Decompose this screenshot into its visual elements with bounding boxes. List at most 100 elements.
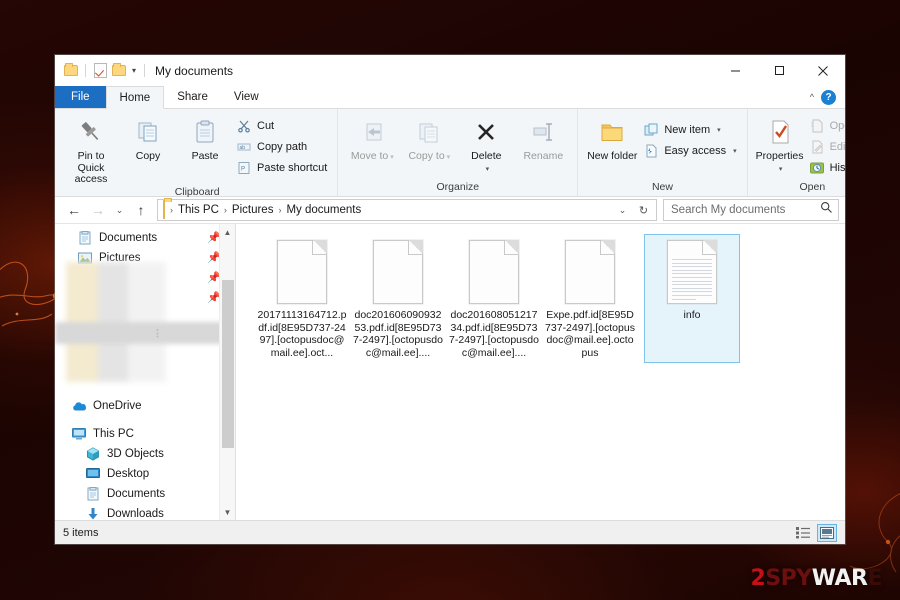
sidebar-item-documents[interactable]: Documents (55, 484, 235, 504)
copy-path-icon: ab (236, 139, 252, 155)
file-item[interactable]: doc20160609093253.pdf.id[8E95D737-2497].… (350, 234, 446, 363)
new-item-button[interactable]: New item ▾ (641, 120, 740, 139)
delete-button[interactable]: Delete ▾ (458, 113, 514, 175)
minimize-icon[interactable] (713, 55, 757, 86)
edit-button[interactable]: Edit (807, 137, 845, 156)
file-grid: 20171113164712.pdf.id[8E95D737-2497].[oc… (254, 234, 839, 363)
copy-label: Copy (135, 150, 161, 162)
paste-shortcut-button[interactable]: P Paste shortcut (234, 158, 331, 177)
file-name: Expe.pdf.id[8E95D737-2497].[octopusdoc@m… (545, 309, 635, 359)
open-button[interactable]: Open ▾ (807, 116, 845, 135)
sidebar-item-this-pc[interactable]: This PC (55, 424, 235, 444)
window-controls (713, 55, 845, 86)
file-item-selected[interactable]: info (644, 234, 740, 363)
text-document-icon (667, 240, 717, 304)
file-item[interactable]: doc20160805121734.pdf.id[8E95D737-2497].… (446, 234, 542, 363)
new-folder-icon[interactable] (111, 63, 127, 79)
copy-button[interactable]: Copy (120, 113, 176, 163)
blank-document-icon (565, 240, 615, 304)
file-item[interactable]: 20171113164712.pdf.id[8E95D737-2497].[oc… (254, 234, 350, 363)
file-name: 20171113164712.pdf.id[8E95D737-2497].[oc… (257, 309, 347, 359)
new-folder-icon (598, 116, 626, 148)
details-view-icon[interactable] (793, 524, 813, 542)
ribbon-tabs: File Home Share View ^ ? (55, 86, 845, 109)
tab-share[interactable]: Share (164, 86, 221, 108)
file-list-pane[interactable]: 20171113164712.pdf.id[8E95D737-2497].[oc… (236, 224, 845, 520)
sidebar-item-desktop[interactable]: Desktop (55, 464, 235, 484)
navigation-scrollbar[interactable]: ▲ ▼ (219, 224, 235, 520)
rename-button[interactable]: Rename (515, 113, 571, 163)
title-bar: ▾ My documents (55, 55, 845, 86)
history-icon (809, 160, 825, 176)
chevron-down-icon[interactable]: ▾ (132, 66, 136, 75)
folder-icon[interactable] (63, 63, 79, 79)
file-item[interactable]: Expe.pdf.id[8E95D737-2497].[octopusdoc@m… (542, 234, 638, 363)
ribbon-group-label-open: Open (799, 181, 826, 193)
sidebar-item-onedrive[interactable]: OneDrive (55, 396, 235, 416)
search-input[interactable]: Search My documents (663, 199, 839, 221)
cut-button[interactable]: Cut (234, 116, 331, 135)
maximize-icon[interactable] (757, 55, 801, 86)
copy-path-button[interactable]: ab Copy path (234, 137, 331, 156)
main-area: Documents 📌 Pictures 📌 📌 📌 OneDrive This… (55, 223, 845, 520)
properties-button[interactable]: Properties ▾ (754, 113, 806, 175)
chevron-down-icon: ▾ (717, 126, 721, 134)
easy-access-icon (643, 143, 659, 159)
breadcrumb-folder-icon (163, 200, 165, 219)
navigation-pane[interactable]: Documents 📌 Pictures 📌 📌 📌 OneDrive This… (55, 224, 235, 520)
address-bar: ← → ⌄ ↑ › This PC › Pictures › My docume… (55, 197, 845, 223)
file-name: info (683, 309, 701, 321)
tab-home[interactable]: Home (105, 86, 165, 109)
easy-access-label: Easy access (664, 144, 727, 157)
ribbon-group-label-new: New (651, 181, 673, 193)
scroll-up-icon[interactable]: ▲ (224, 224, 232, 240)
chevron-down-icon[interactable]: ⌄ (614, 199, 631, 221)
paste-shortcut-label: Paste shortcut (257, 161, 328, 174)
chevron-down-icon-2: ▾ (733, 147, 737, 155)
sidebar-item-documents-quick[interactable]: Documents 📌 (55, 228, 235, 248)
open-small-commands: Open ▾ Edit History (807, 113, 845, 177)
new-item-label: New item (664, 123, 711, 136)
sidebar-item-downloads[interactable]: Downloads (55, 504, 235, 520)
copy-path-label: Copy path (257, 140, 308, 153)
recent-locations-icon[interactable]: ⌄ (111, 199, 128, 221)
back-arrow-icon[interactable]: ← (63, 199, 85, 221)
file-name: doc20160609093253.pdf.id[8E95D737-2497].… (353, 309, 443, 359)
move-to-button[interactable]: Move to ▾ (344, 113, 400, 164)
large-icons-view-icon[interactable] (817, 523, 837, 542)
pin-to-quick-access-button[interactable]: Pin to Quick access (63, 113, 119, 186)
scrollbar-thumb[interactable] (222, 280, 234, 448)
copy-to-button[interactable]: Copy to ▾ (401, 113, 457, 164)
downloads-icon (85, 506, 101, 520)
tab-file[interactable]: File (55, 86, 106, 108)
new-folder-button[interactable]: New folder (584, 113, 640, 163)
breadcrumb-separator-1: › (223, 205, 227, 215)
delete-x-icon (473, 116, 499, 148)
blank-document-icon (469, 240, 519, 304)
breadcrumb-this-pc[interactable]: This PC (175, 204, 222, 216)
search-placeholder: Search My documents (671, 204, 786, 216)
tab-view[interactable]: View (221, 86, 272, 108)
sidebar-item-3d-objects[interactable]: 3D Objects (55, 444, 235, 464)
history-button[interactable]: History (807, 158, 845, 177)
edit-icon (809, 139, 825, 155)
blank-document-icon (277, 240, 327, 304)
easy-access-button[interactable]: Easy access ▾ (641, 141, 740, 160)
rename-icon (530, 116, 556, 148)
paste-button[interactable]: Paste (177, 113, 233, 163)
properties-check-icon[interactable] (92, 63, 108, 79)
help-icon[interactable]: ? (821, 89, 836, 105)
refresh-icon[interactable]: ↻ (635, 199, 652, 221)
up-arrow-icon[interactable]: ↑ (130, 199, 152, 221)
breadcrumb-pictures[interactable]: Pictures (229, 204, 277, 216)
breadcrumb-my-documents[interactable]: My documents (283, 204, 364, 216)
sidebar-label-documents: Documents (107, 488, 166, 500)
scroll-down-icon[interactable]: ▼ (224, 504, 232, 520)
forward-arrow-icon[interactable]: → (87, 199, 109, 221)
search-icon[interactable] (820, 201, 833, 219)
new-item-icon (643, 122, 659, 138)
close-icon[interactable] (801, 55, 845, 86)
documents-icon (77, 230, 93, 246)
collapse-ribbon-icon[interactable]: ^ (810, 92, 814, 102)
breadcrumb[interactable]: › This PC › Pictures › My documents ⌄ ↻ (157, 199, 657, 221)
